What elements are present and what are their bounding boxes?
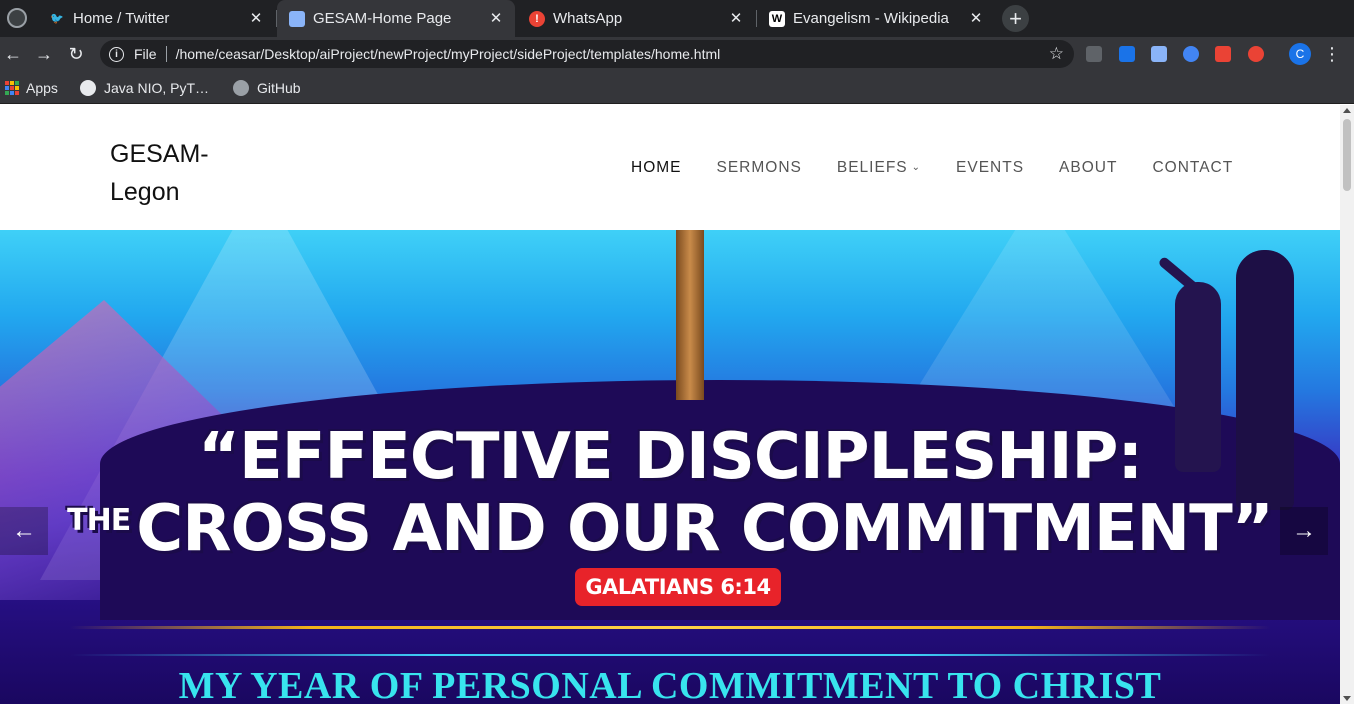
close-icon[interactable]: ✕: [967, 9, 985, 27]
page-scrollbar[interactable]: [1340, 105, 1354, 704]
extension-puzzle-icon[interactable]: [1086, 46, 1102, 62]
tab-search-icon[interactable]: [7, 8, 27, 28]
close-icon[interactable]: ✕: [727, 9, 745, 27]
info-icon[interactable]: i: [109, 46, 124, 62]
nav-home[interactable]: HOME: [631, 159, 682, 177]
tab-wikipedia[interactable]: W Evangelism - Wikipedia ✕: [757, 0, 995, 37]
extension-blue-puzzle-icon[interactable]: [1119, 46, 1135, 62]
scroll-down-arrow-icon[interactable]: [1343, 696, 1351, 701]
twitter-icon: 🐦: [50, 13, 64, 25]
brand-line-1: GESAM-: [110, 140, 209, 168]
gold-divider: [70, 626, 1270, 629]
back-arrow-icon[interactable]: ←: [0, 41, 26, 67]
main-nav: HOME SERMONS BELIEFS ⌄ EVENTS ABOUT CONTA…: [631, 159, 1268, 177]
nav-contact[interactable]: CONTACT: [1152, 159, 1233, 177]
wikipedia-icon: W: [769, 10, 785, 27]
github-icon: [233, 80, 249, 96]
page-viewport: GESAM- Legon HOME SERMONS BELIEFS ⌄ EVENT…: [0, 105, 1340, 704]
hero-headline-line-1: “EFFECTIVE DISCIPLESHIP:: [197, 420, 1143, 494]
carousel-next-button[interactable]: →: [1280, 507, 1328, 555]
site-header: GESAM- Legon HOME SERMONS BELIEFS ⌄ EVENT…: [0, 105, 1340, 230]
scrollbar-thumb[interactable]: [1343, 119, 1351, 191]
brand-line-2: Legon: [110, 178, 180, 206]
globe-icon: [80, 80, 96, 96]
arrow-right-icon: →: [1292, 517, 1316, 544]
bookmark-java-nio[interactable]: Java NIO, PyT…: [80, 78, 209, 98]
new-tab-button[interactable]: +: [1002, 5, 1029, 32]
chevron-down-icon: ⌄: [911, 162, 922, 173]
arrow-left-icon: ←: [12, 517, 36, 544]
omnibox-divider: [165, 46, 167, 62]
tab-gesam-home[interactable]: GESAM-Home Page ✕: [277, 0, 515, 37]
scroll-up-arrow-icon[interactable]: [1343, 108, 1351, 113]
bookmark-label: Apps: [26, 80, 58, 96]
page-icon: [289, 10, 305, 27]
tab-title: WhatsApp: [553, 10, 623, 27]
tab-whatsapp[interactable]: ! WhatsApp ✕: [517, 0, 755, 37]
url-scheme-label: File: [134, 46, 157, 62]
nav-sermons[interactable]: SERMONS: [717, 159, 802, 177]
bookmark-github[interactable]: GitHub: [233, 78, 301, 98]
hero-headline-prefix: THE: [67, 503, 131, 538]
cyan-divider: [70, 654, 1270, 656]
extension-red-icon[interactable]: [1215, 46, 1231, 62]
address-bar[interactable]: i File /home/ceasar/Desktop/aiProject/ne…: [100, 40, 1074, 68]
nav-about[interactable]: ABOUT: [1059, 159, 1117, 177]
nav-beliefs-label: BELIEFS: [836, 159, 908, 176]
extension-shield-icon[interactable]: [1183, 46, 1199, 62]
tab-title: GESAM-Home Page: [313, 10, 452, 27]
url-text[interactable]: /home/ceasar/Desktop/aiProject/newProjec…: [176, 46, 721, 62]
close-icon[interactable]: ✕: [247, 9, 265, 27]
close-icon[interactable]: ✕: [487, 9, 505, 27]
tab-title: Home / Twitter: [73, 10, 170, 27]
whatsapp-icon: !: [529, 10, 545, 27]
tab-title: Evangelism - Wikipedia: [793, 10, 949, 27]
reload-icon[interactable]: ↻: [63, 41, 89, 67]
profile-avatar[interactable]: C: [1289, 43, 1311, 65]
hero-headline-main: CROSS AND OUR COMMITMENT”: [136, 492, 1274, 566]
hero-subtitle: MY YEAR OF PERSONAL COMMITMENT TO CHRIST: [178, 665, 1162, 704]
bookmark-star-icon[interactable]: ☆: [1049, 44, 1064, 64]
bookmark-label: Java NIO, PyT…: [104, 80, 210, 96]
apps-grid-icon: [5, 81, 19, 95]
browser-tab-strip: 🐦 Home / Twitter ✕ GESAM-Home Page ✕ ! W…: [0, 0, 1354, 37]
bookmark-label: GitHub: [257, 80, 301, 96]
tab-twitter[interactable]: 🐦 Home / Twitter ✕: [37, 0, 275, 37]
nav-events[interactable]: EVENTS: [956, 159, 1024, 177]
kebab-menu-icon[interactable]: ⋮: [1323, 42, 1341, 66]
browser-toolbar: ← → ↻ i File /home/ceasar/Desktop/aiProj…: [0, 37, 1354, 71]
cross-image: [676, 230, 704, 400]
nav-beliefs[interactable]: BELIEFS ⌄: [837, 159, 921, 177]
verse-badge: GALATIANS 6:14: [575, 568, 781, 606]
forward-arrow-icon[interactable]: →: [31, 41, 57, 67]
hero-headline-line-2: THECROSS AND OUR COMMITMENT”: [0, 492, 1340, 566]
extension-red-circle-icon[interactable]: [1248, 46, 1264, 62]
carousel-prev-button[interactable]: ←: [0, 507, 48, 555]
bookmarks-bar: Apps Java NIO, PyT… GitHub: [0, 71, 1354, 104]
bookmark-apps[interactable]: Apps: [5, 78, 58, 98]
hero-carousel: “EFFECTIVE DISCIPLESHIP: THECROSS AND OU…: [0, 230, 1340, 704]
site-logo[interactable]: GESAM- Legon: [110, 135, 240, 211]
extension-window-icon[interactable]: [1151, 46, 1167, 62]
